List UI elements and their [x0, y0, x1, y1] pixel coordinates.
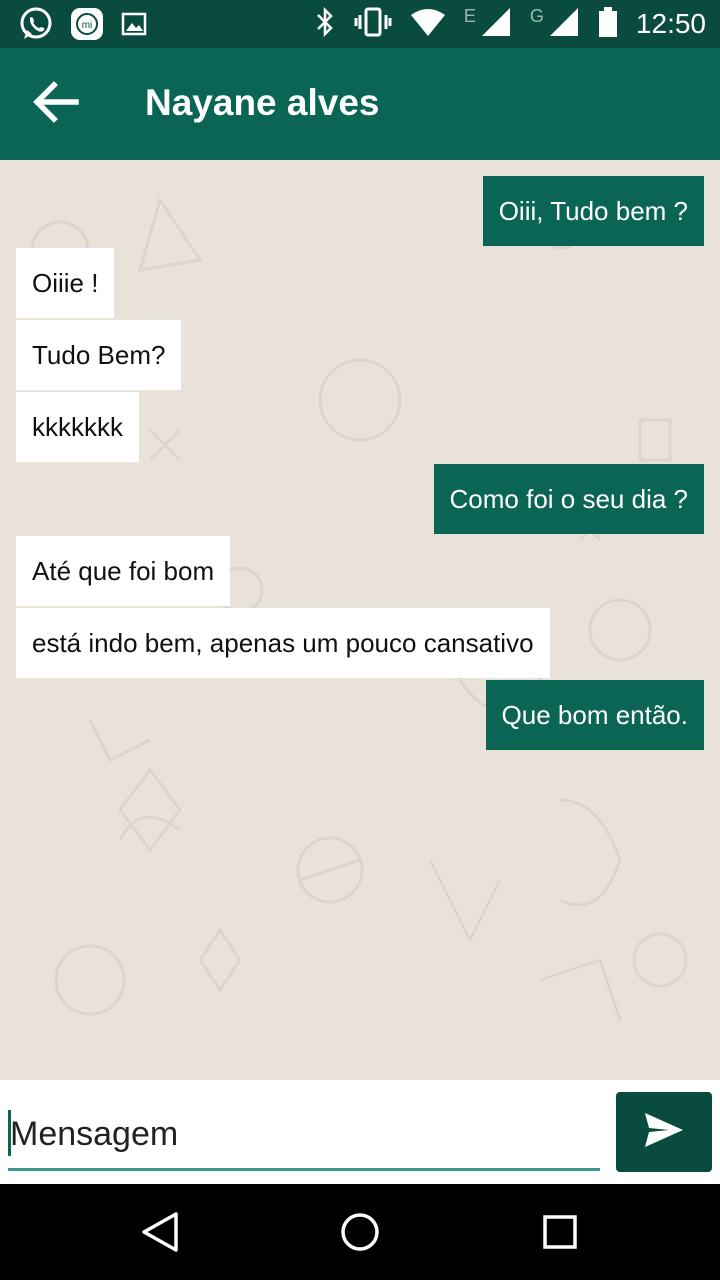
- nav-recents-button[interactable]: [536, 1208, 584, 1256]
- message-composer: [0, 1080, 720, 1184]
- back-button[interactable]: [24, 76, 88, 132]
- network-type-2: G: [529, 5, 544, 26]
- bluetooth-icon: [314, 6, 336, 42]
- message-incoming[interactable]: Até que foi bom: [16, 536, 231, 606]
- message-outgoing[interactable]: Que bom então.: [485, 680, 704, 750]
- nav-home-button[interactable]: [336, 1208, 384, 1256]
- back-icon: [136, 1212, 184, 1260]
- wifi-icon: [410, 7, 446, 42]
- battery-icon: [598, 6, 618, 43]
- signal-icon: [480, 6, 512, 43]
- status-bar-notifications: mi: [18, 6, 148, 47]
- status-bar-system: E G 12:50: [314, 0, 706, 48]
- network-type-1: E: [463, 5, 476, 26]
- message-outgoing[interactable]: Oiii, Tudo bem ?: [482, 176, 704, 246]
- text-cursor: [8, 1110, 11, 1156]
- message-outgoing[interactable]: Como foi o seu dia ?: [433, 464, 704, 534]
- status-bar: mi E G 12:50: [0, 0, 720, 48]
- message-incoming[interactable]: Oiiie !: [16, 248, 115, 318]
- navigation-bar: [0, 1184, 720, 1280]
- recents-icon: [536, 1215, 584, 1260]
- chat-area[interactable]: Oiii, Tudo bem ? Oiiie ! Tudo Bem? kkkkk…: [0, 160, 720, 1080]
- message-incoming[interactable]: está indo bem, apenas um pouco cansativo: [16, 608, 550, 678]
- nav-back-button[interactable]: [136, 1208, 184, 1256]
- signal-icon: [548, 6, 580, 43]
- whatsapp-icon: [18, 6, 54, 47]
- message-incoming[interactable]: Tudo Bem?: [16, 320, 182, 390]
- vibrate-icon: [354, 7, 392, 42]
- mi-icon: mi: [70, 7, 104, 46]
- arrow-left-icon: [32, 80, 80, 128]
- svg-text:mi: mi: [82, 20, 93, 31]
- message-incoming[interactable]: kkkkkkk: [16, 392, 139, 462]
- status-time: 12:50: [635, 8, 706, 39]
- message-input-wrapper: [8, 1100, 602, 1171]
- image-icon: [120, 10, 148, 43]
- contact-name: Nayane alves: [145, 82, 380, 123]
- send-icon: [643, 1111, 685, 1154]
- home-icon: [336, 1213, 384, 1260]
- message-input[interactable]: [8, 1100, 602, 1168]
- send-button[interactable]: [616, 1092, 712, 1172]
- app-bar: Nayane alves: [0, 48, 720, 160]
